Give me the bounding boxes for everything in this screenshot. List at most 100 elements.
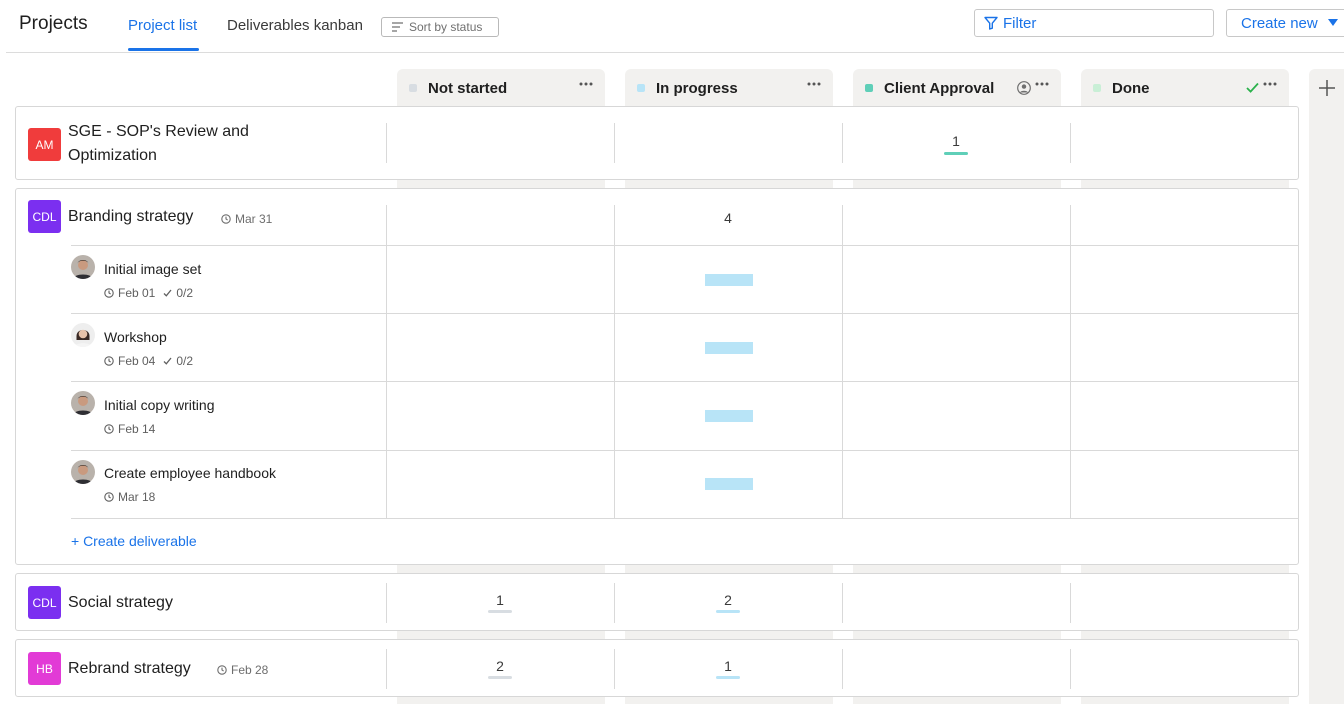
not-started-count[interactable]: 2 (480, 658, 520, 674)
column-header-not-started[interactable]: Not started (397, 69, 605, 107)
project-name-line-2: Optimization (68, 147, 157, 164)
header-divider (6, 52, 1344, 53)
column-header-in-progress[interactable]: In progress (625, 69, 833, 107)
column-header-client-approval[interactable]: Client Approval (853, 69, 1061, 107)
project-card[interactable]: AM SGE - SOP's Review and Optimization 1 (15, 106, 1299, 180)
project-due-date-text: Feb 28 (231, 663, 269, 677)
project-name[interactable]: Rebrand strategy (68, 657, 191, 681)
row-divider (71, 245, 1299, 246)
cell-divider (1070, 123, 1071, 163)
tab-deliverables-kanban[interactable]: Deliverables kanban (227, 17, 363, 34)
project-name-line-1: SGE - SOP's Review and (68, 123, 249, 140)
in-progress-count[interactable]: 1 (708, 658, 748, 674)
cell-divider (842, 649, 843, 689)
client-approval-count[interactable]: 1 (936, 133, 976, 149)
sort-button-label: Sort by status (409, 20, 483, 34)
column-title: Client Approval (884, 79, 995, 97)
status-dot (409, 84, 417, 92)
client-approval-bar (944, 152, 968, 155)
in-progress-bar (716, 676, 740, 679)
create-new-label: Create new (1241, 14, 1318, 32)
tab-project-list[interactable]: Project list (128, 17, 197, 34)
man-avatar (71, 255, 95, 279)
row-divider (71, 381, 1299, 382)
clock-icon (104, 424, 114, 434)
project-card[interactable]: CDL Branding strategy Mar 31 4 Initial i… (15, 188, 1299, 565)
create-new-button[interactable]: Create new (1226, 9, 1344, 37)
status-dot (1093, 84, 1101, 92)
cell-divider (614, 649, 615, 689)
deliverable-meta: Feb 14 (104, 422, 155, 436)
deliverable-meta: Feb 04 0/2 (104, 354, 193, 368)
client-icon (1017, 81, 1031, 95)
project-name[interactable]: Branding strategy (68, 205, 193, 229)
cell-divider (1070, 649, 1071, 689)
checkmark-icon (163, 357, 172, 365)
column-header-done[interactable]: Done (1081, 69, 1289, 107)
deliverable-name[interactable]: Workshop (104, 329, 167, 345)
project-due-date: Mar 31 (221, 212, 272, 226)
deliverable-due: Feb 04 (118, 354, 156, 368)
cell-divider (842, 583, 843, 623)
deliverable-meta: Mar 18 (104, 490, 155, 504)
project-due-date: Feb 28 (217, 663, 268, 677)
active-tab-indicator (128, 48, 199, 51)
clock-icon (221, 214, 231, 224)
man-avatar (71, 460, 95, 484)
deliverable-status-bar[interactable] (705, 478, 753, 490)
project-card[interactable]: HB Rebrand strategy Feb 28 2 1 (15, 639, 1299, 697)
cell-divider (386, 583, 387, 623)
check-icon (1246, 82, 1259, 93)
cell-divider (614, 205, 615, 519)
plus-icon (1319, 80, 1335, 96)
deliverable-status-bar[interactable] (705, 410, 753, 422)
column-title: Not started (428, 79, 508, 97)
deliverable-due: Feb 14 (118, 422, 156, 436)
row-divider (71, 313, 1299, 314)
cell-divider (614, 123, 615, 163)
project-name[interactable]: SGE - SOP's Review and Optimization (68, 120, 249, 168)
row-divider (71, 518, 1299, 519)
filter-input[interactable]: Filter (974, 9, 1214, 37)
project-owner-badge: CDL (28, 200, 61, 233)
chevron-down-icon (1327, 19, 1338, 26)
clock-icon (104, 288, 114, 298)
sort-button[interactable]: Sort by status (381, 17, 499, 37)
add-column-button[interactable] (1309, 69, 1344, 704)
deliverable-checklist: 0/2 (176, 354, 194, 368)
project-name[interactable]: Social strategy (68, 591, 173, 615)
cell-divider (386, 123, 387, 163)
cell-divider (842, 205, 843, 519)
man-avatar (71, 391, 95, 415)
cell-divider (1070, 583, 1071, 623)
clock-icon (217, 665, 227, 675)
create-deliverable-link[interactable]: + Create deliverable (71, 533, 197, 549)
clock-icon (104, 492, 114, 502)
deliverable-name[interactable]: Initial copy writing (104, 397, 215, 413)
deliverable-name[interactable]: Initial image set (104, 261, 201, 277)
sort-icon (392, 22, 403, 32)
clock-icon (104, 356, 114, 366)
cell-divider (1070, 205, 1071, 519)
deliverable-status-bar[interactable] (705, 342, 753, 354)
more-options-icon[interactable] (1035, 82, 1049, 86)
in-progress-count[interactable]: 4 (708, 210, 748, 226)
in-progress-count[interactable]: 2 (708, 592, 748, 608)
more-options-icon[interactable] (807, 82, 821, 86)
not-started-count[interactable]: 1 (480, 592, 520, 608)
deliverable-status-bar[interactable] (705, 274, 753, 286)
project-owner-badge: CDL (28, 586, 61, 619)
deliverable-meta: Feb 01 0/2 (104, 286, 193, 300)
deliverable-name[interactable]: Create employee handbook (104, 465, 276, 481)
page-title: Projects (19, 13, 88, 34)
project-owner-badge: HB (28, 652, 61, 685)
more-options-icon[interactable] (579, 82, 593, 86)
woman-avatar (71, 323, 95, 347)
cell-divider (386, 205, 387, 519)
status-dot (637, 84, 645, 92)
project-card[interactable]: CDL Social strategy 1 2 (15, 573, 1299, 631)
deliverable-checklist: 0/2 (176, 286, 194, 300)
more-options-icon[interactable] (1263, 82, 1277, 86)
cell-divider (614, 583, 615, 623)
checkmark-icon (163, 289, 172, 297)
